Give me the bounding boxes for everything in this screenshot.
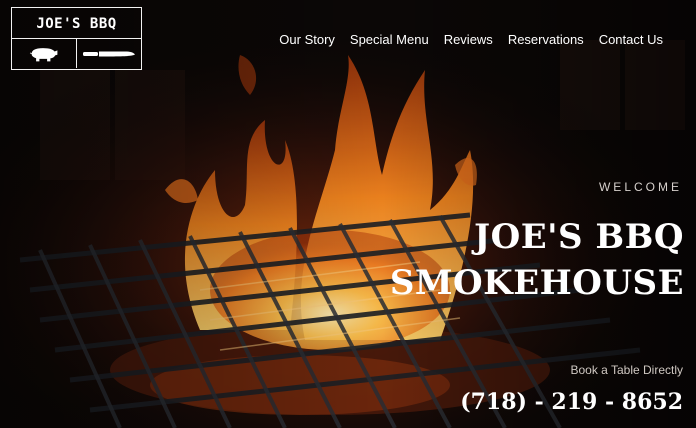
nav-reservations[interactable]: Reservations — [508, 32, 584, 47]
logo-cell-pig — [12, 39, 76, 68]
hero-title: JOE'S BBQ SMOKEHOUSE — [390, 214, 684, 306]
nav-our-story[interactable]: Our Story — [279, 32, 335, 47]
booking-text: Book a Table Directly — [570, 363, 684, 377]
knife-icon — [83, 51, 135, 56]
brand-logo[interactable]: JOE'S BBQ — [11, 7, 142, 70]
nav-reviews[interactable]: Reviews — [444, 32, 493, 47]
brand-name: JOE'S BBQ — [12, 8, 141, 39]
hero-title-line-2: SMOKEHOUSE — [389, 263, 684, 303]
phone-link[interactable]: (718) - 219 - 8652 — [460, 389, 683, 415]
logo-cell-knife — [76, 39, 141, 68]
main-nav: Our Story Special Menu Reviews Reservati… — [279, 32, 663, 47]
nav-special-menu[interactable]: Special Menu — [350, 32, 429, 47]
hero-title-line-1: JOE'S BBQ — [473, 217, 684, 257]
hero-eyebrow: WELCOME — [598, 180, 682, 194]
logo-icon-row — [12, 39, 141, 68]
pig-icon — [29, 47, 58, 61]
nav-contact-us[interactable]: Contact Us — [599, 32, 663, 47]
